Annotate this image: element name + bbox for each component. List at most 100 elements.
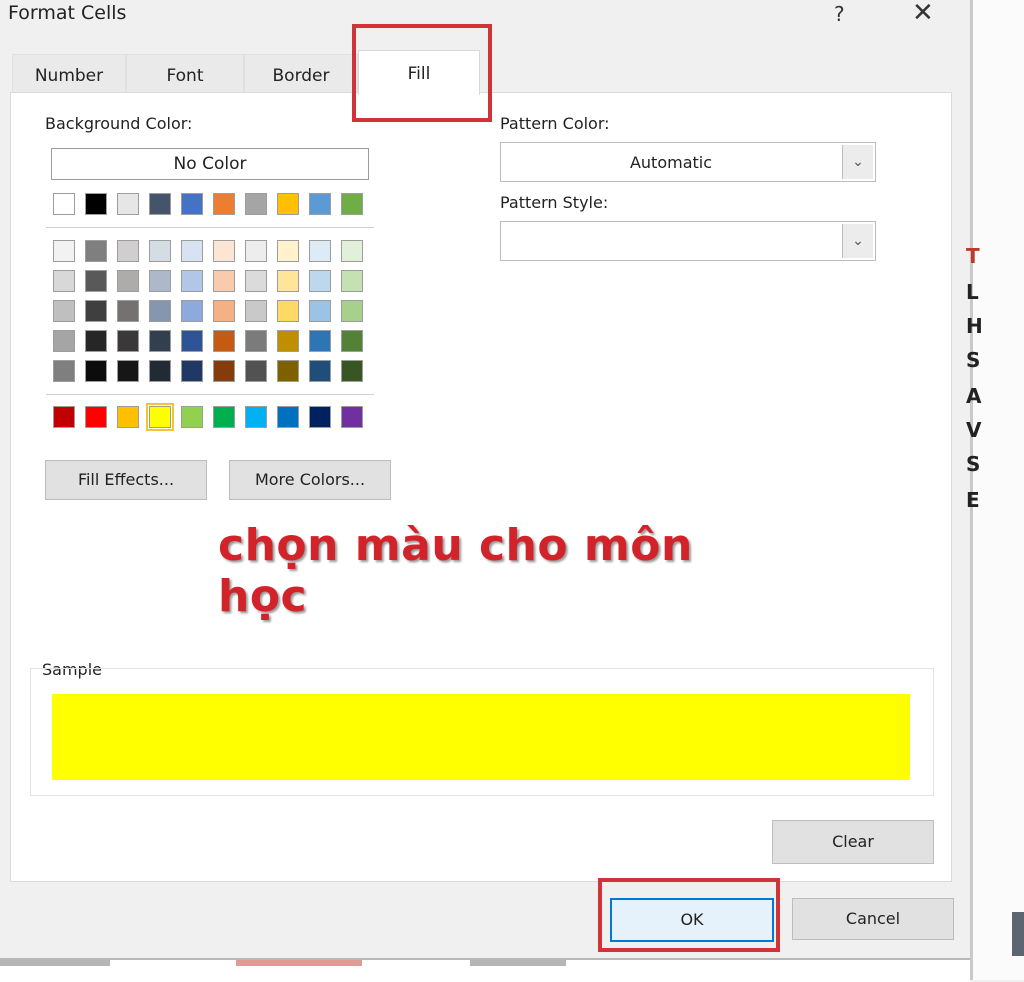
theme-shade-swatch[interactable] [213, 360, 235, 382]
standard-color-swatch[interactable] [245, 406, 267, 428]
standard-color-swatch[interactable] [146, 403, 174, 431]
theme-color-swatch[interactable] [149, 193, 171, 215]
theme-shade-swatch[interactable] [341, 300, 363, 322]
theme-shade-swatch[interactable] [117, 300, 139, 322]
theme-shade-swatch[interactable] [149, 330, 171, 352]
theme-shade-swatch[interactable] [85, 270, 107, 292]
standard-color-swatch[interactable] [53, 406, 75, 428]
theme-shade-swatch[interactable] [277, 240, 299, 262]
chevron-down-icon[interactable]: ⌄ [842, 224, 873, 258]
ok-button[interactable]: OK [610, 898, 774, 942]
theme-shade-swatch[interactable] [181, 330, 203, 352]
more-colors-button[interactable]: More Colors... [229, 460, 391, 500]
fill-effects-button[interactable]: Fill Effects... [45, 460, 207, 500]
theme-shade-swatch[interactable] [245, 300, 267, 322]
scrollbar-thumb [1012, 912, 1024, 956]
tab-border[interactable]: Border [244, 54, 358, 95]
theme-shade-swatch[interactable] [277, 360, 299, 382]
theme-shade-swatch[interactable] [245, 270, 267, 292]
spreadsheet-cell-fragment: T [966, 244, 980, 268]
theme-shade-swatch[interactable] [213, 300, 235, 322]
theme-color-swatch[interactable] [341, 193, 363, 215]
pattern-color-value: Automatic [629, 153, 713, 172]
theme-shade-swatch[interactable] [341, 330, 363, 352]
standard-color-swatch[interactable] [277, 406, 299, 428]
theme-shade-swatch[interactable] [53, 330, 75, 352]
theme-shade-swatch[interactable] [181, 360, 203, 382]
theme-shade-swatch[interactable] [181, 270, 203, 292]
standard-color-swatch[interactable] [117, 406, 139, 428]
help-button[interactable]: ? [834, 2, 845, 26]
theme-color-swatch[interactable] [181, 193, 203, 215]
theme-shade-swatch[interactable] [245, 330, 267, 352]
theme-shade-swatch[interactable] [213, 270, 235, 292]
theme-shade-swatch[interactable] [149, 300, 171, 322]
pattern-color-dropdown[interactable]: Automatic ⌄ [500, 142, 876, 182]
no-color-button[interactable]: No Color [51, 148, 369, 180]
spreadsheet-cell-fragment: S [966, 348, 981, 372]
close-icon[interactable]: ✕ [912, 0, 934, 28]
theme-shade-swatch[interactable] [277, 300, 299, 322]
theme-shade-swatch[interactable] [85, 300, 107, 322]
theme-shade-swatch[interactable] [53, 360, 75, 382]
theme-shade-swatch[interactable] [117, 240, 139, 262]
tab-font[interactable]: Font [126, 54, 244, 95]
theme-color-swatch[interactable] [213, 193, 235, 215]
tab-number[interactable]: Number [12, 54, 126, 95]
theme-color-swatch[interactable] [277, 193, 299, 215]
theme-color-swatch[interactable] [309, 193, 331, 215]
standard-color-swatch[interactable] [341, 406, 363, 428]
theme-shade-swatch[interactable] [53, 240, 75, 262]
cell-fragment [470, 960, 566, 966]
spreadsheet-cell-fragment: S [966, 452, 981, 476]
theme-shade-swatch[interactable] [245, 240, 267, 262]
theme-shade-swatch[interactable] [341, 270, 363, 292]
theme-shade-swatch[interactable] [117, 330, 139, 352]
theme-shade-swatch[interactable] [149, 240, 171, 262]
theme-shade-swatch[interactable] [85, 360, 107, 382]
palette-divider [46, 227, 374, 228]
theme-shade-swatch[interactable] [117, 270, 139, 292]
standard-color-swatch[interactable] [181, 406, 203, 428]
dialog-title: Format Cells [8, 2, 127, 24]
theme-color-swatch[interactable] [85, 193, 107, 215]
theme-shade-swatch[interactable] [149, 270, 171, 292]
theme-shade-swatch[interactable] [277, 270, 299, 292]
theme-shade-swatch[interactable] [213, 240, 235, 262]
theme-shade-swatch[interactable] [245, 360, 267, 382]
theme-shade-swatch[interactable] [85, 240, 107, 262]
theme-shade-swatch[interactable] [309, 300, 331, 322]
chevron-down-icon[interactable]: ⌄ [842, 145, 873, 179]
theme-shade-swatch[interactable] [341, 360, 363, 382]
theme-shade-swatch[interactable] [149, 360, 171, 382]
spreadsheet-cell-fragment: H [966, 314, 983, 338]
standard-color-swatch[interactable] [213, 406, 235, 428]
theme-shade-swatch[interactable] [309, 270, 331, 292]
theme-color-swatch[interactable] [53, 193, 75, 215]
theme-shade-swatch[interactable] [309, 330, 331, 352]
theme-shade-swatch[interactable] [53, 270, 75, 292]
theme-color-swatch[interactable] [245, 193, 267, 215]
theme-shade-swatch[interactable] [53, 300, 75, 322]
standard-color-swatch[interactable] [309, 406, 331, 428]
palette-divider [46, 394, 374, 395]
clear-button[interactable]: Clear [772, 820, 934, 864]
pattern-style-dropdown[interactable]: ⌄ [500, 221, 876, 261]
standard-color-swatch[interactable] [85, 406, 107, 428]
cancel-button[interactable]: Cancel [792, 898, 954, 940]
theme-shade-swatch[interactable] [309, 360, 331, 382]
theme-shade-swatch[interactable] [117, 360, 139, 382]
theme-shade-swatch[interactable] [181, 240, 203, 262]
spreadsheet-cell-fragment: A [966, 384, 982, 408]
theme-shade-swatch[interactable] [181, 300, 203, 322]
theme-shade-swatch[interactable] [341, 240, 363, 262]
tab-fill[interactable]: Fill [358, 50, 480, 95]
theme-shade-swatch[interactable] [213, 330, 235, 352]
spreadsheet-cell-fragment: V [966, 418, 982, 442]
theme-color-swatch[interactable] [117, 193, 139, 215]
theme-shade-swatch[interactable] [309, 240, 331, 262]
sample-preview [52, 694, 910, 780]
theme-shade-swatch[interactable] [85, 330, 107, 352]
spreadsheet-bottom-row [0, 958, 970, 982]
theme-shade-swatch[interactable] [277, 330, 299, 352]
